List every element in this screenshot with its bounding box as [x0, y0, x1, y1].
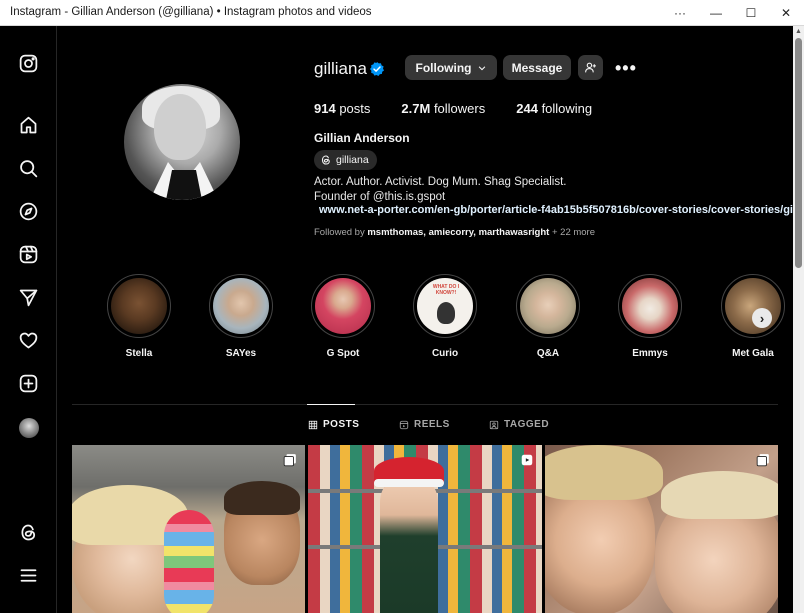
tagged-icon [489, 420, 499, 429]
scrollbar[interactable]: ▲ [793, 26, 804, 613]
highlight-label: Emmys [632, 348, 668, 359]
explore-icon[interactable] [17, 200, 40, 223]
message-button[interactable]: Message [503, 55, 571, 80]
highlight-stella[interactable]: Stella [107, 274, 171, 370]
window-close-button[interactable]: ✕ [768, 0, 804, 26]
followed-by[interactable]: Followed by msmthomas, amiecorry, martha… [314, 227, 595, 238]
highlight-label: Q&A [536, 348, 560, 359]
post-tile[interactable] [545, 445, 778, 613]
carousel-icon [756, 454, 769, 467]
highlight-emmys[interactable]: Emmys [618, 274, 682, 370]
profile-link-text: www.net-a-porter.com/en-gb/porter/articl… [319, 204, 794, 216]
window-maximize-button[interactable]: ☐ [733, 0, 769, 26]
menu-icon[interactable] [17, 564, 40, 587]
window-title: Instagram - Gillian Anderson (@gilliana)… [10, 6, 372, 18]
following-button[interactable]: Following [405, 55, 497, 80]
create-icon[interactable] [17, 372, 40, 395]
instagram-logo-icon[interactable] [17, 52, 40, 75]
more-options-icon[interactable]: ••• [615, 58, 637, 79]
highlight-label: Curio [431, 348, 459, 359]
notifications-icon[interactable] [17, 329, 40, 352]
suggested-users-button[interactable] [578, 55, 603, 80]
search-icon[interactable] [17, 157, 40, 180]
profile-picture[interactable] [124, 84, 240, 200]
tab-label: TAGGED [504, 419, 550, 430]
tabs-divider [72, 404, 778, 405]
profile-username: gilliana [314, 59, 367, 78]
verified-badge-icon [370, 62, 384, 76]
following-stat[interactable]: 244 following [516, 101, 592, 116]
highlight-g-spot[interactable]: G Spot [311, 274, 375, 370]
curio-cover-text: WHAT DO I KNOW?! [432, 284, 460, 296]
reels-icon[interactable] [17, 243, 40, 266]
scroll-up-icon[interactable]: ▲ [795, 28, 802, 35]
tab-tagged[interactable]: TAGGED [489, 419, 549, 430]
tab-label: REELS [414, 419, 450, 430]
reel-icon [521, 454, 533, 466]
highlight-q-and-a[interactable]: Q&A [516, 274, 580, 370]
profile-avatar[interactable] [17, 416, 40, 439]
following-button-label: Following [415, 60, 472, 75]
highlight-curio[interactable]: WHAT DO I KNOW?! Curio [413, 274, 477, 370]
window-titlebar: Instagram - Gillian Anderson (@gilliana)… [0, 0, 804, 26]
highlight-label: Met Gala [732, 348, 774, 359]
highlight-label: G Spot [326, 348, 360, 359]
profile-bio: Actor. Author. Activist. Dog Mum. Shag S… [314, 175, 566, 204]
reels-icon [399, 420, 409, 429]
window-minimize-button[interactable]: — [698, 0, 734, 26]
threads-icon [321, 155, 330, 165]
bio-line[interactable]: Founder of @this.is.gspot [314, 190, 566, 205]
highlight-label: SAYes [225, 348, 257, 359]
chevron-right-icon[interactable]: › [752, 308, 772, 328]
active-tab-indicator [307, 404, 355, 405]
messages-icon[interactable] [17, 286, 40, 309]
tab-label: POSTS [323, 419, 360, 430]
highlight-sayes[interactable]: SAYes [209, 274, 273, 370]
add-user-icon [585, 62, 596, 73]
highlight-label: Stella [125, 348, 153, 359]
carousel-icon [283, 454, 296, 467]
chevron-down-icon [478, 65, 485, 70]
posts-stat[interactable]: 914 posts [314, 101, 370, 116]
profile-full-name: Gillian Anderson [314, 131, 410, 145]
threads-handle: gilliana [336, 154, 369, 166]
threads-badge[interactable]: gilliana [314, 150, 377, 170]
post-tile[interactable] [308, 445, 542, 613]
profile-stats: 914 posts 2.7M followers 244 following [314, 101, 623, 116]
threads-icon[interactable] [17, 521, 40, 544]
bio-line: Actor. Author. Activist. Dog Mum. Shag S… [314, 176, 567, 188]
profile-link[interactable]: www.net-a-porter.com/en-gb/porter/articl… [314, 204, 794, 216]
home-icon[interactable] [17, 114, 40, 137]
tab-reels[interactable]: REELS [399, 419, 450, 430]
tab-posts[interactable]: POSTS [308, 419, 359, 430]
message-button-label: Message [511, 60, 563, 75]
grid-icon [308, 420, 318, 429]
scrollbar-thumb[interactable] [795, 38, 802, 268]
post-tile[interactable] [72, 445, 305, 613]
window-more-button[interactable]: ··· [662, 0, 698, 26]
followers-stat[interactable]: 2.7M followers [401, 101, 485, 116]
sidebar-nav [0, 26, 57, 613]
